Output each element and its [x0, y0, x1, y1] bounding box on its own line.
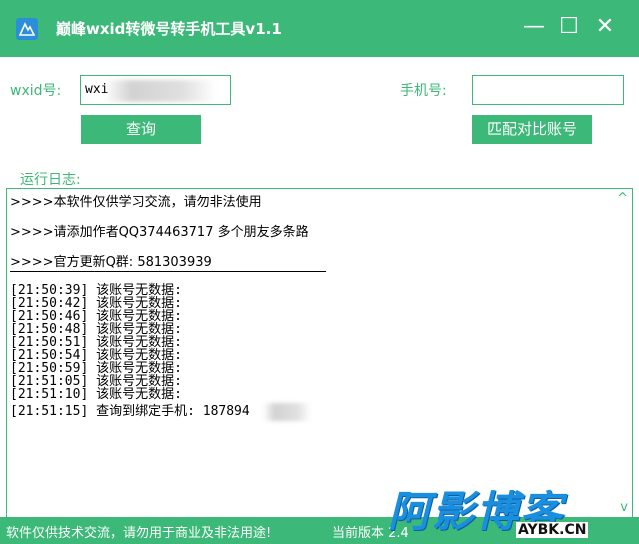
query-button[interactable]: 查询 — [81, 115, 201, 144]
log-divider — [10, 271, 326, 272]
wxid-label: wxid号: — [10, 83, 62, 99]
close-icon[interactable]: ✕ — [592, 14, 618, 40]
log-entry: [21:51:15] 查询到绑定手机: 187894 — [10, 404, 250, 419]
window-title: 巅峰wxid转微号转手机工具v1.1 — [56, 20, 282, 38]
log-section-label: 运行日志: — [20, 172, 81, 188]
log-header-line: >>>>请添加作者QQ374463717 多个朋友多条路 — [10, 225, 309, 240]
match-account-button[interactable]: 匹配对比账号 — [472, 115, 592, 144]
title-bar: 巅峰wxid转微号转手机工具v1.1 — ☐ ✕ — [0, 0, 639, 57]
log-header-line: >>>>官方更新Q群: 581303939 — [10, 255, 212, 270]
watermark-domain: AYBK.CN — [516, 522, 589, 538]
phone-input[interactable] — [472, 75, 624, 105]
redaction-blur — [104, 80, 216, 102]
log-entry: [21:51:10] 该账号无数据: — [10, 387, 182, 402]
scroll-up-icon[interactable]: ^ — [617, 191, 628, 206]
disclaimer-text: 软件仅供技术交流，请勿用于商业及非法用途! — [6, 526, 272, 541]
redaction-blur — [263, 403, 311, 421]
maximize-icon[interactable]: ☐ — [556, 14, 582, 40]
minimize-icon[interactable]: — — [521, 14, 547, 40]
app-logo-icon — [16, 18, 38, 40]
watermark-logo: 阿影博客 AYBK.CN — [388, 478, 628, 540]
log-header-line: >>>>本软件仅供学习交流，请勿非法使用 — [10, 195, 262, 210]
phone-label: 手机号: — [400, 83, 447, 99]
log-output[interactable]: >>>>本软件仅供学习交流，请勿非法使用 >>>>请添加作者QQ37446371… — [6, 188, 633, 518]
